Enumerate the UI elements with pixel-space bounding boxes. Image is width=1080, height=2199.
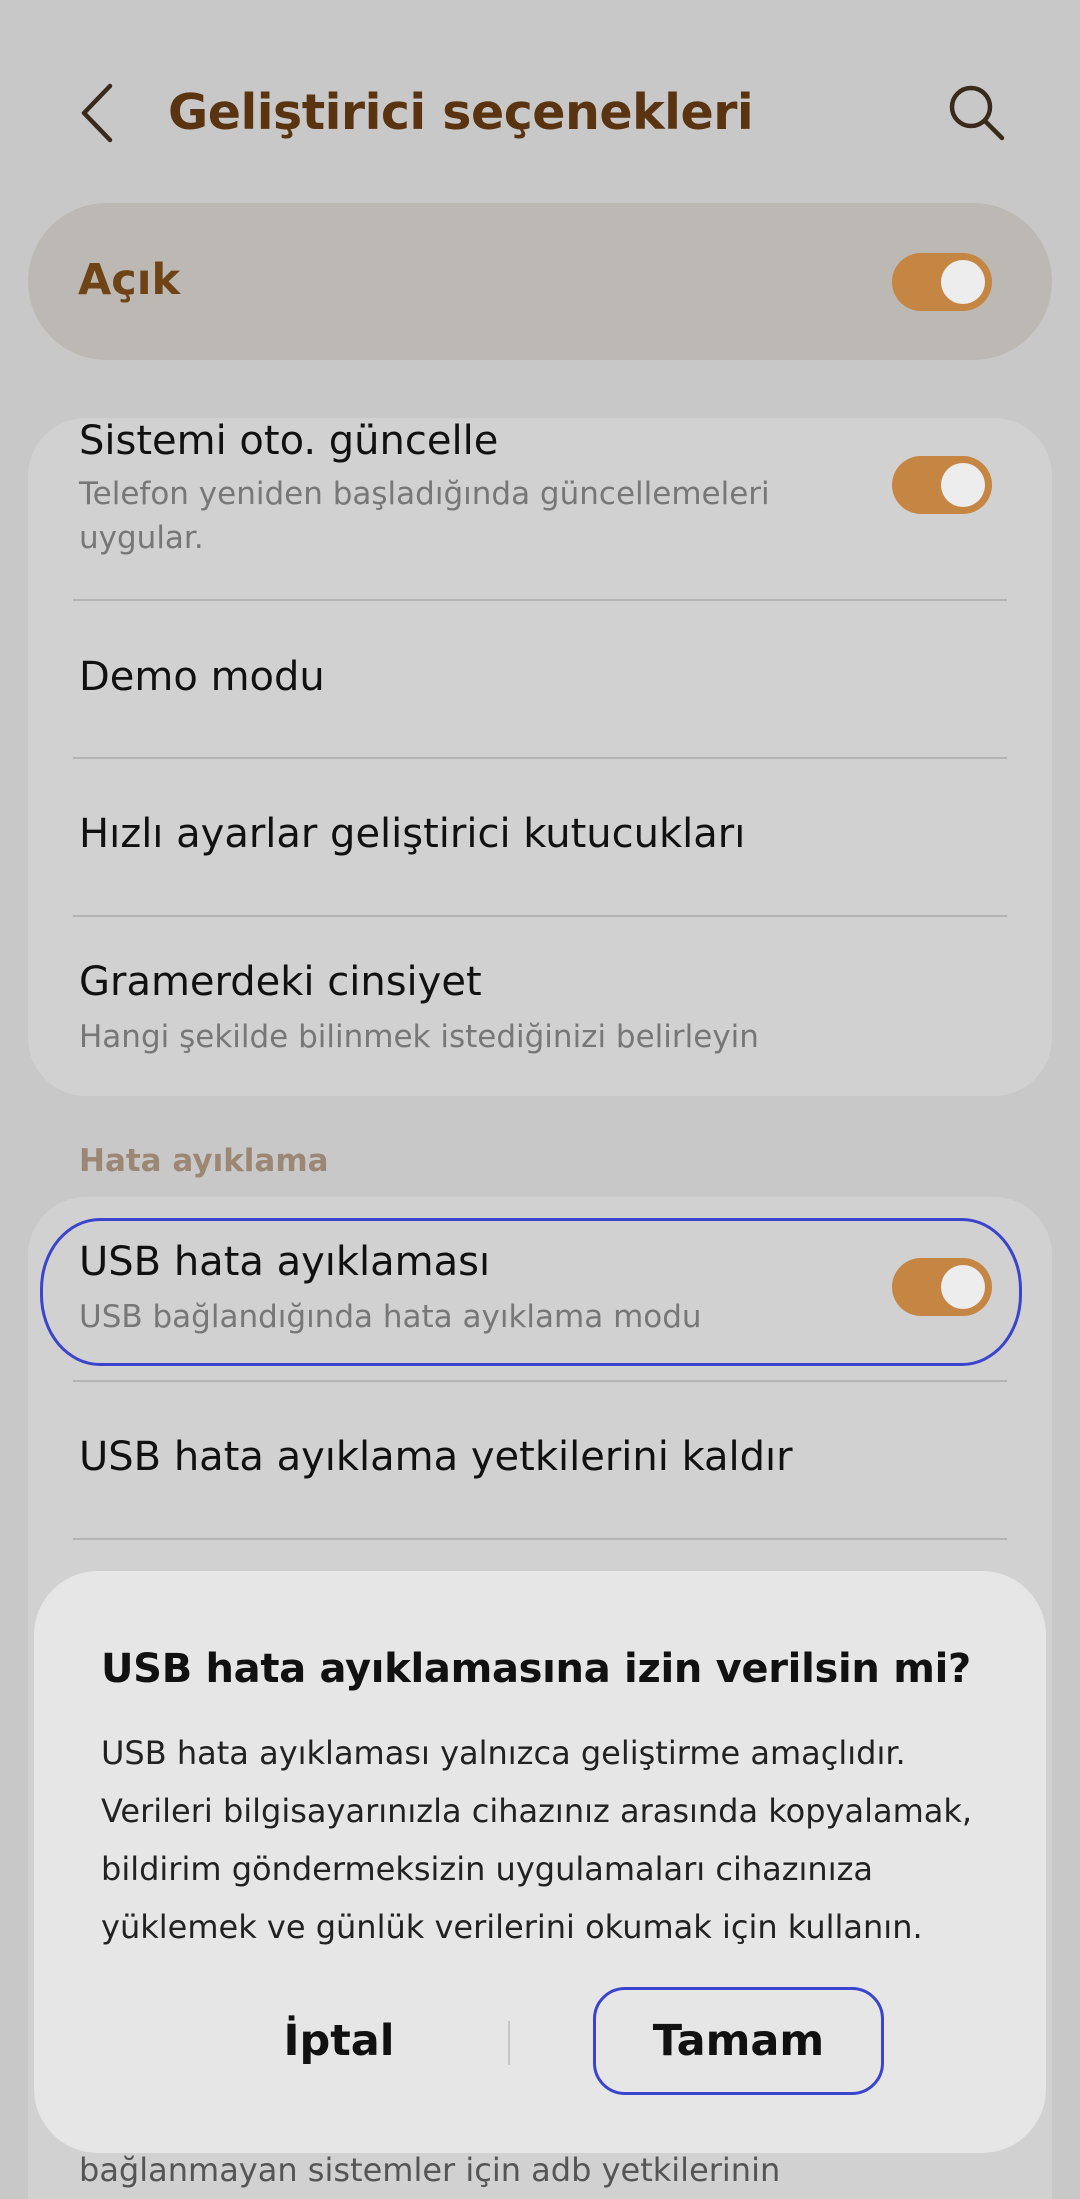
setting-title: Gramerdeki cinsiyet xyxy=(79,959,482,1005)
section-label-debugging: Hata ayıklama xyxy=(79,1143,329,1179)
setting-subtitle: Telefon yeniden başladığında güncellemel… xyxy=(79,476,770,556)
setting-revoke-usb-auth[interactable]: USB hata ayıklama yetkilerini kaldır xyxy=(28,1382,1052,1539)
usb-debugging-dialog: USB hata ayıklamasına izin verilsin mi? … xyxy=(34,1571,1046,2153)
toggle-knob xyxy=(941,1265,985,1309)
divider xyxy=(73,1538,1007,1540)
toggle-knob xyxy=(941,260,985,304)
setting-quick-settings-tiles[interactable]: Hızlı ayarlar geliştirici kutucukları xyxy=(28,759,1052,916)
cancel-button[interactable]: İptal xyxy=(124,1987,554,2095)
setting-title: USB hata ayıklama yetkilerini kaldır xyxy=(79,1434,793,1480)
partial-setting-text: bağlanmayan sistemler için adb yetkileri… xyxy=(79,2151,781,2189)
usb-debugging-toggle[interactable] xyxy=(892,1258,992,1316)
chevron-left-icon xyxy=(81,83,113,143)
setting-title: Sistemi oto. güncelle xyxy=(79,418,499,464)
dialog-title: USB hata ayıklamasına izin verilsin mi? xyxy=(101,1646,971,1692)
setting-title: Hızlı ayarlar geliştirici kutucukları xyxy=(79,811,746,857)
setting-title: USB hata ayıklaması xyxy=(79,1239,491,1285)
setting-demo-mode[interactable]: Demo modu xyxy=(28,601,1052,758)
back-button[interactable] xyxy=(76,80,122,146)
master-toggle[interactable] xyxy=(892,253,992,311)
dialog-message: USB hata ayıklaması yalnızca geliştirme … xyxy=(101,1734,973,1946)
page-title: Geliştirici seçenekleri xyxy=(168,84,754,141)
setting-auto-update[interactable]: Sistemi oto. güncelle Telefon yeniden ba… xyxy=(28,418,1052,601)
ok-button[interactable]: Tamam xyxy=(593,1987,884,2095)
developer-options-master-switch[interactable]: Açık xyxy=(28,203,1052,360)
master-switch-label: Açık xyxy=(78,255,181,305)
setting-subtitle: Hangi şekilde bilinmek istediğinizi beli… xyxy=(79,1019,759,1055)
setting-subtitle: USB bağlandığında hata ayıklama modu xyxy=(79,1299,702,1335)
button-separator xyxy=(508,2021,510,2065)
toggle-knob xyxy=(941,463,985,507)
setting-title: Demo modu xyxy=(79,654,325,700)
search-button[interactable] xyxy=(948,84,1006,142)
auto-update-toggle[interactable] xyxy=(892,456,992,514)
search-icon xyxy=(949,85,1005,141)
settings-card-general: Sistemi oto. güncelle Telefon yeniden ba… xyxy=(28,418,1052,1096)
setting-usb-debugging[interactable]: USB hata ayıklaması USB bağlandığında ha… xyxy=(28,1197,1052,1380)
setting-grammatical-gender[interactable]: Gramerdeki cinsiyet Hangi şekilde bilinm… xyxy=(28,917,1052,1096)
